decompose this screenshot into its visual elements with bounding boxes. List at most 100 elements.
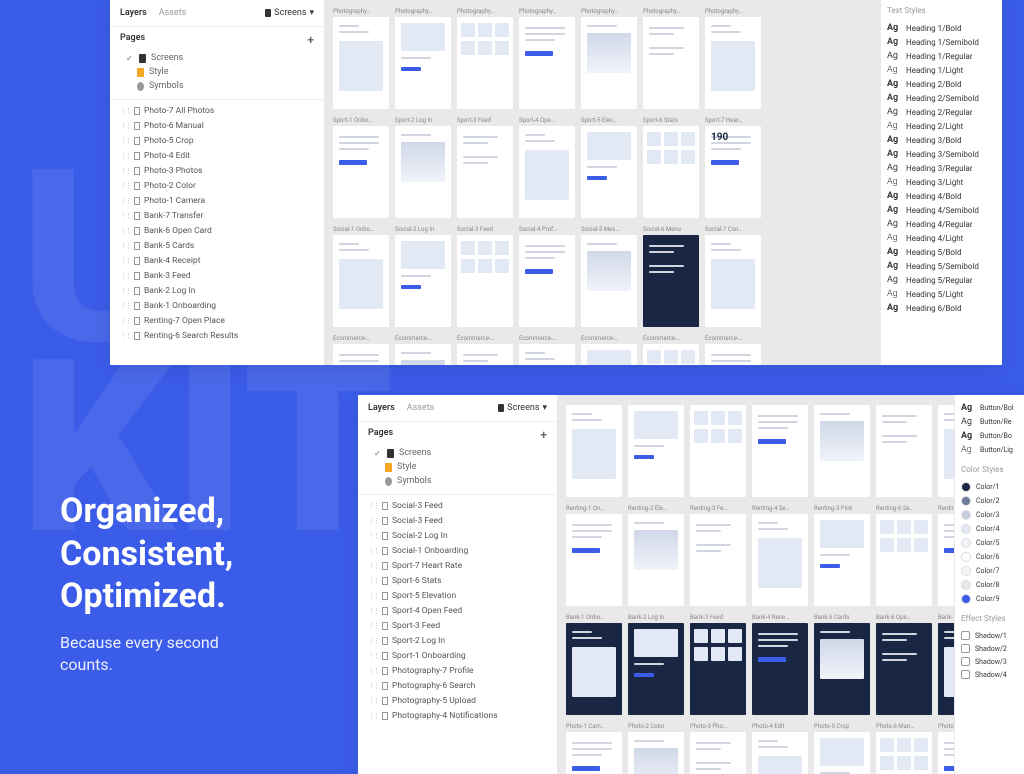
layer-item[interactable]: Sport-7 Heart Rate <box>358 558 557 573</box>
layer-item[interactable]: Sport-4 Open Feed <box>358 603 557 618</box>
artboard-frame[interactable] <box>690 514 746 606</box>
text-style-item[interactable]: AgHeading 5/Bold <box>887 245 996 259</box>
artboard-frame[interactable] <box>814 514 870 606</box>
effect-style-item[interactable]: Shadow/3 <box>961 655 1018 668</box>
layer-item[interactable]: Photography-5 Upload <box>358 693 557 708</box>
artboard-frame[interactable] <box>566 405 622 497</box>
artboard[interactable]: Sport-5 Elev… <box>581 117 637 218</box>
layer-item[interactable]: Social-3 Feed <box>358 513 557 528</box>
artboard-frame[interactable] <box>814 623 870 715</box>
tab-assets[interactable]: Assets <box>159 8 187 18</box>
artboard-frame[interactable] <box>938 514 954 606</box>
artboard[interactable] <box>752 403 808 497</box>
artboard-frame[interactable] <box>333 17 389 109</box>
artboard[interactable]: Bank-3 Feed <box>690 614 746 715</box>
artboard-frame[interactable] <box>705 235 761 327</box>
artboard-frame[interactable] <box>333 235 389 327</box>
artboard[interactable]: Sport-6 Stats <box>643 117 699 218</box>
artboard[interactable]: Social-4 Prof… <box>519 226 575 327</box>
text-style-item[interactable]: AgHeading 2/Regular <box>887 105 996 119</box>
artboard-frame[interactable] <box>457 126 513 218</box>
artboard[interactable]: Ecommerce-… <box>705 335 761 365</box>
artboard[interactable]: Ecommerce-… <box>333 335 389 365</box>
text-style-item[interactable]: AgHeading 5/Regular <box>887 273 996 287</box>
page-symbols[interactable]: Symbols <box>368 474 547 488</box>
text-style-item[interactable]: AgHeading 5/Light <box>887 287 996 301</box>
artboard-frame[interactable] <box>581 344 637 365</box>
artboard-frame[interactable] <box>628 405 684 497</box>
artboard-frame[interactable] <box>752 514 808 606</box>
page-dropdown[interactable]: Screens ▾ <box>265 8 314 18</box>
effect-style-item[interactable]: Shadow/2 <box>961 642 1018 655</box>
layer-item[interactable]: Sport-3 Feed <box>358 618 557 633</box>
text-style-item[interactable]: AgHeading 1/Light <box>887 63 996 77</box>
artboard[interactable]: Sport-4 Ope… <box>519 117 575 218</box>
layer-item[interactable]: Photo-7 All Photos <box>110 103 324 118</box>
layer-item[interactable]: Sport-6 Stats <box>358 573 557 588</box>
artboard[interactable]: Photography… <box>395 8 451 109</box>
color-style-item[interactable]: Color/6 <box>961 550 1018 564</box>
text-style-item[interactable]: AgHeading 6/Bold <box>887 301 996 315</box>
effect-style-item[interactable]: Shadow/4 <box>961 668 1018 681</box>
tab-layers[interactable]: Layers <box>368 403 395 413</box>
layer-item[interactable]: Photo-3 Photos <box>110 163 324 178</box>
text-style-item[interactable]: AgHeading 1/Bold <box>887 21 996 35</box>
text-style-item[interactable]: AgHeading 3/Semibold <box>887 147 996 161</box>
artboard[interactable]: Social-6 Menu <box>643 226 699 327</box>
artboard[interactable]: Renting-2 Ele… <box>628 505 684 606</box>
layer-item[interactable]: Photo-4 Edit <box>110 148 324 163</box>
layer-item[interactable]: Photography-4 Notifications <box>358 708 557 723</box>
artboard-frame[interactable]: 190 <box>705 126 761 218</box>
text-style-item[interactable]: AgHeading 3/Regular <box>887 161 996 175</box>
artboard[interactable]: Social-5 Mes… <box>581 226 637 327</box>
layer-item[interactable]: Photo-1 Camera <box>110 193 324 208</box>
artboard-frame[interactable] <box>395 235 451 327</box>
artboard[interactable]: Renting-3 Fe… <box>690 505 746 606</box>
artboard-frame[interactable] <box>566 732 622 774</box>
layer-item[interactable]: Photo-2 Color <box>110 178 324 193</box>
layer-item[interactable]: Photo-6 Manual <box>110 118 324 133</box>
artboard-frame[interactable] <box>752 623 808 715</box>
artboard-frame[interactable] <box>566 623 622 715</box>
canvas-area[interactable]: Photography…Photography…Photography…Phot… <box>325 0 880 365</box>
artboard[interactable]: Social-3 Feed <box>457 226 513 327</box>
artboard-frame[interactable] <box>395 126 451 218</box>
artboard-frame[interactable] <box>705 17 761 109</box>
artboard[interactable] <box>628 403 684 497</box>
text-style-item[interactable]: AgHeading 2/Bold <box>887 77 996 91</box>
artboard-frame[interactable] <box>643 126 699 218</box>
layer-item[interactable]: Bank-2 Log In <box>110 283 324 298</box>
layer-item[interactable]: Photography-6 Search <box>358 678 557 693</box>
artboard-frame[interactable] <box>566 514 622 606</box>
artboard[interactable]: Photo-4 Edit <box>752 723 808 774</box>
canvas-area[interactable]: Renting-1 On…Renting-2 Ele…Renting-3 Fe…… <box>558 395 954 774</box>
color-style-item[interactable]: Color/5 <box>961 536 1018 550</box>
artboard-frame[interactable] <box>876 732 932 774</box>
artboard[interactable]: Photography… <box>333 8 389 109</box>
artboard[interactable]: Sport-3 Feed <box>457 117 513 218</box>
color-style-item[interactable]: Color/8 <box>961 578 1018 592</box>
artboard-frame[interactable] <box>457 235 513 327</box>
artboard[interactable]: Photo-3 Pho… <box>690 723 746 774</box>
artboard[interactable]: Ecommerce-… <box>457 335 513 365</box>
artboard[interactable]: Social-2 Log In <box>395 226 451 327</box>
text-style-item[interactable]: AgButton/Bo <box>961 429 1018 443</box>
artboard[interactable] <box>876 403 932 497</box>
artboard[interactable]: Photo-7 All P… <box>938 723 954 774</box>
artboard[interactable]: Bank-2 Log In <box>628 614 684 715</box>
text-style-item[interactable]: AgHeading 1/Semibold <box>887 35 996 49</box>
artboard-frame[interactable] <box>643 235 699 327</box>
artboard[interactable]: Bank-7 Tran… <box>938 614 954 715</box>
artboard-frame[interactable] <box>814 405 870 497</box>
artboard-frame[interactable] <box>395 344 451 365</box>
layer-item[interactable]: Bank-6 Open Card <box>110 223 324 238</box>
text-style-item[interactable]: AgHeading 3/Bold <box>887 133 996 147</box>
artboard-frame[interactable] <box>938 623 954 715</box>
artboard-frame[interactable] <box>628 514 684 606</box>
artboard-frame[interactable] <box>628 623 684 715</box>
artboard[interactable] <box>566 403 622 497</box>
text-style-item[interactable]: AgHeading 2/Semibold <box>887 91 996 105</box>
artboard[interactable]: Bank-4 Rece… <box>752 614 808 715</box>
artboard[interactable] <box>938 403 954 497</box>
text-style-item[interactable]: AgHeading 1/Regular <box>887 49 996 63</box>
